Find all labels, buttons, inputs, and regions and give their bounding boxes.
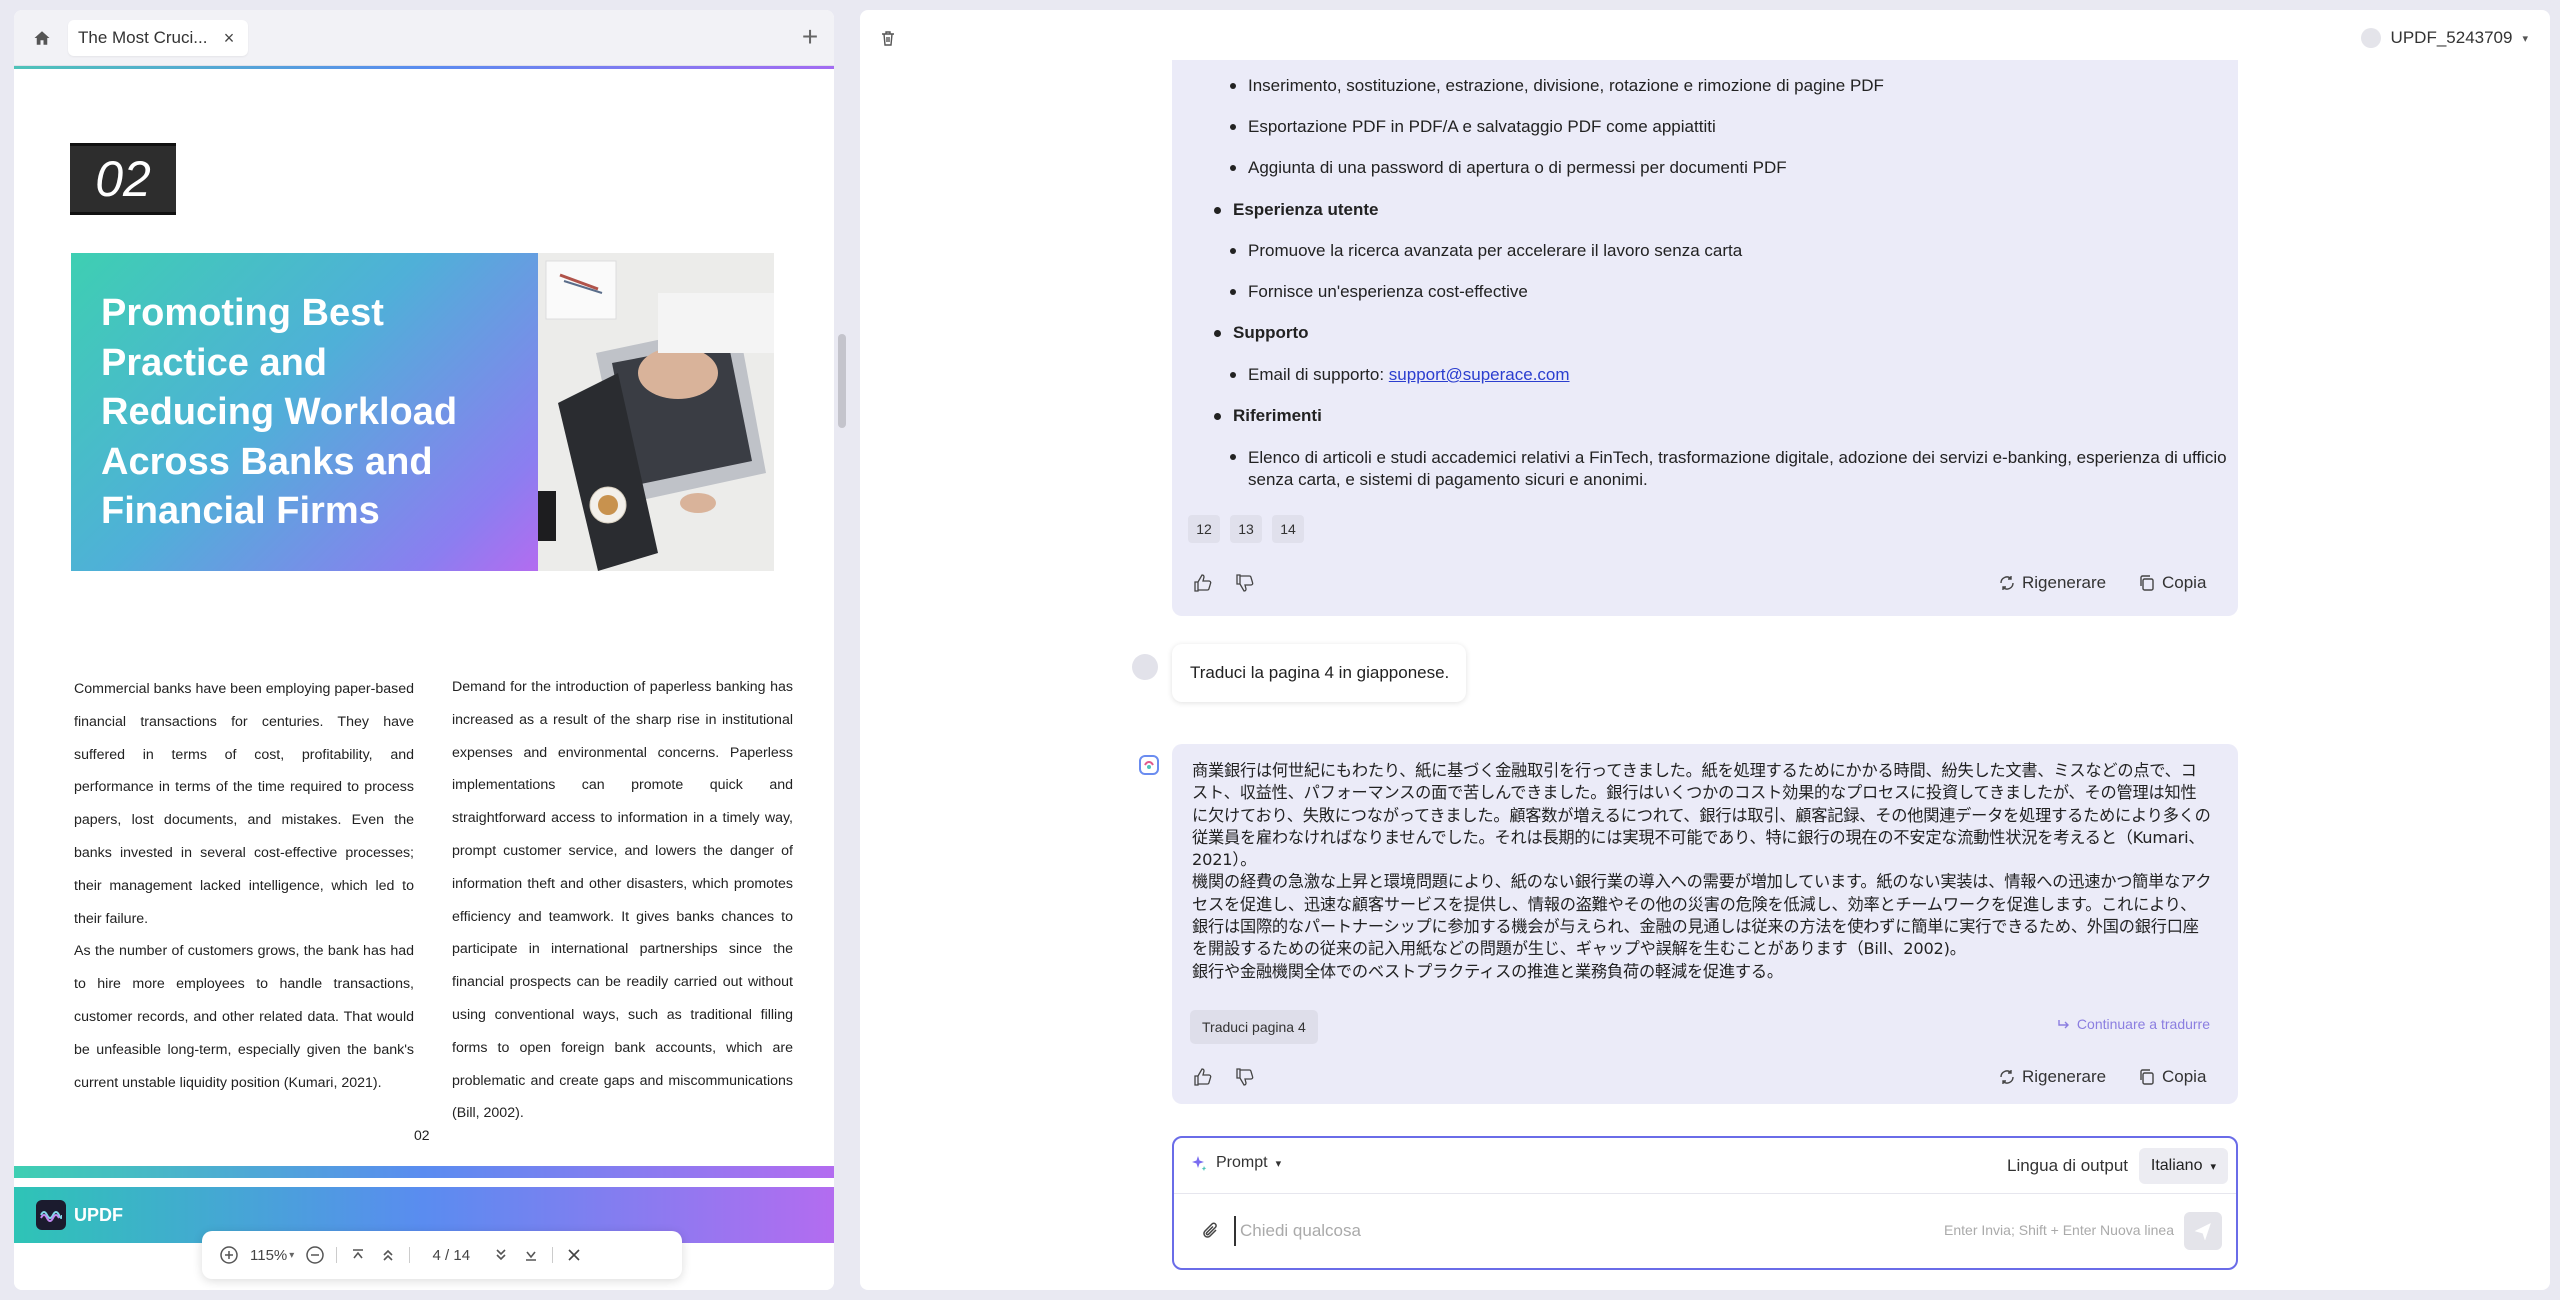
- toolbar-divider: [409, 1247, 411, 1263]
- zoom-out-icon[interactable]: [300, 1240, 330, 1270]
- username: UPDF_5243709: [2390, 28, 2513, 47]
- answer-actions: Rigenerare Copia: [1172, 568, 2238, 600]
- paragraph: 銀行や金融機関全体でのベストプラクティスの推進と業務負荷の軽減を促進する。: [1192, 961, 1783, 981]
- reference-chip[interactable]: 13: [1230, 515, 1262, 543]
- ask-input[interactable]: [1234, 1216, 1914, 1246]
- paragraph: 機関の経費の急激な上昇と環境問題により、紙のない銀行業の導入への需要が増加してい…: [1192, 872, 2212, 959]
- trash-icon[interactable]: [874, 24, 902, 52]
- ai-chat-panel: UPDF_5243709 ▾ Inserimento, sostituzione…: [860, 10, 2550, 1290]
- user-message-bubble: Traduci la pagina 4 in giapponese.: [1172, 644, 1466, 702]
- list-item: Esportazione PDF in PDF/A e salvataggio …: [1230, 117, 1716, 137]
- chevron-down-icon: ▾: [2522, 32, 2528, 45]
- pdf-page-view[interactable]: 02 Promoting Best Practice and Reducing …: [14, 69, 834, 1290]
- copy-button[interactable]: Copia: [2138, 1062, 2206, 1092]
- section-heading: Esperienza utente: [1214, 200, 1379, 220]
- section-heading: Supporto: [1214, 323, 1309, 343]
- toolbar-divider: [336, 1247, 338, 1263]
- pdf-viewer-panel: The Most Cruci... × + 02 Promoting Best …: [14, 10, 834, 1290]
- tab-bar: The Most Cruci... × +: [14, 10, 834, 66]
- list-item: Inserimento, sostituzione, estrazione, d…: [1230, 76, 1884, 96]
- paragraph: Commercial banks have been employing pap…: [74, 681, 414, 927]
- previous-page-icon[interactable]: [373, 1240, 403, 1270]
- page-separator: /: [445, 1246, 450, 1264]
- home-icon[interactable]: [28, 24, 56, 52]
- copy-button[interactable]: Copia: [2138, 568, 2206, 598]
- thumbs-down-icon[interactable]: [1230, 568, 1260, 598]
- zoom-in-icon[interactable]: [214, 1240, 244, 1270]
- next-page-icon[interactable]: [486, 1240, 516, 1270]
- copy-icon: [2140, 575, 2154, 591]
- reference-chip[interactable]: 12: [1188, 515, 1220, 543]
- page-bottom-gradient: [14, 1166, 834, 1178]
- zoom-level[interactable]: 115%: [250, 1247, 287, 1264]
- refresh-icon: [2000, 576, 2014, 590]
- banner-gradient: Promoting Best Practice and Reducing Wor…: [71, 253, 538, 571]
- last-page-icon[interactable]: [516, 1240, 546, 1270]
- chevron-down-icon: ▾: [2210, 1160, 2216, 1173]
- continue-translating-link[interactable]: Continuare a tradurre: [2057, 1016, 2210, 1032]
- list-item: Promuove la ricerca avanzata per acceler…: [1230, 241, 1742, 261]
- thumbs-up-icon[interactable]: [1188, 1062, 1218, 1092]
- total-pages: 14: [453, 1246, 471, 1264]
- current-page[interactable]: 4: [433, 1247, 441, 1264]
- chapter-number-box: 02: [70, 143, 176, 215]
- chevron-down-icon: ▾: [1275, 1157, 1282, 1170]
- list-item: Email di supporto: support@superace.com: [1230, 365, 1570, 385]
- translate-page-chip[interactable]: Traduci pagina 4: [1190, 1010, 1318, 1044]
- avatar: [2360, 28, 2381, 48]
- translation-text: 商業銀行は何世紀にもわたり、紙に基づく金融取引を行ってきました。紙を処理するため…: [1192, 760, 2212, 983]
- text-column-left: Commercial banks have been employing pap…: [74, 673, 414, 1099]
- list-item: Fornisce un'esperienza cost-effective: [1230, 282, 1528, 302]
- sparkle-icon: [1192, 1156, 1207, 1171]
- first-page-icon[interactable]: [343, 1240, 373, 1270]
- keyboard-hint: Enter Invia; Shift + Enter Nuova linea: [1944, 1222, 2174, 1238]
- regenerate-button[interactable]: Rigenerare: [1998, 568, 2106, 598]
- vertical-scrollbar[interactable]: [838, 334, 846, 428]
- page-indicator[interactable]: 4 / 14: [416, 1247, 486, 1264]
- send-icon: [2194, 1223, 2211, 1240]
- output-language-label: Lingua di output: [2007, 1156, 2128, 1175]
- laptop-photo: [538, 253, 774, 571]
- refresh-icon: [2000, 1070, 2014, 1084]
- arrow-icon: [2058, 1020, 2069, 1029]
- output-language-select[interactable]: Italiano ▾: [2138, 1148, 2228, 1184]
- paragraph: Demand for the introduction of paperless…: [452, 679, 793, 1122]
- updf-brand-text: UPDF: [74, 1204, 123, 1225]
- support-email-link[interactable]: support@superace.com: [1389, 365, 1570, 384]
- prompt-options-row: Prompt ▾ Lingua di output Italiano ▾: [1174, 1138, 2236, 1194]
- ai-assistant-icon: [1138, 754, 1160, 776]
- toolbar-divider: [552, 1247, 554, 1263]
- add-tab-button[interactable]: +: [796, 23, 824, 52]
- zoom-dropdown-icon[interactable]: ▾: [289, 1250, 294, 1261]
- close-tab-icon[interactable]: ×: [220, 28, 238, 49]
- document-tab-title: The Most Cruci...: [78, 28, 208, 47]
- answer-actions: Rigenerare Copia: [1172, 1062, 2238, 1094]
- text-column-right: Demand for the introduction of paperless…: [452, 671, 793, 1130]
- user-avatar: [1132, 654, 1158, 680]
- thumbs-up-icon[interactable]: [1188, 568, 1218, 598]
- ai-answer-card: Inserimento, sostituzione, estrazione, d…: [1172, 60, 2238, 616]
- ai-translation-card: 商業銀行は何世紀にもわたり、紙に基づく金融取引を行ってきました。紙を処理するため…: [1172, 744, 2238, 1104]
- chapter-banner: Promoting Best Practice and Reducing Wor…: [71, 253, 774, 571]
- reference-chip[interactable]: 14: [1272, 515, 1304, 543]
- section-heading: Riferimenti: [1214, 406, 1322, 426]
- document-tab[interactable]: The Most Cruci... ×: [68, 20, 248, 56]
- prompt-composer: Prompt ▾ Lingua di output Italiano ▾ Ent…: [1172, 1136, 2238, 1270]
- paragraph: 商業銀行は何世紀にもわたり、紙に基づく金融取引を行ってきました。紙を処理するため…: [1192, 761, 2211, 870]
- page-footer-number: 02: [414, 1127, 430, 1143]
- user-account-menu[interactable]: UPDF_5243709 ▾: [2360, 24, 2528, 52]
- page-navigation-toolbar: 115% ▾ 4 / 14: [202, 1231, 682, 1279]
- copy-icon: [2140, 1069, 2154, 1085]
- paragraph: As the number of customers grows, the ba…: [74, 943, 414, 1091]
- regenerate-button[interactable]: Rigenerare: [1998, 1062, 2106, 1092]
- prompt-dropdown[interactable]: Prompt ▾: [1190, 1154, 1281, 1172]
- close-toolbar-icon[interactable]: [559, 1240, 589, 1270]
- list-item: Elenco di articoli e studi accademici re…: [1230, 447, 2230, 491]
- list-item: Aggiunta di una password di apertura o d…: [1230, 158, 1787, 178]
- thumbs-down-icon[interactable]: [1230, 1062, 1260, 1092]
- send-button[interactable]: [2184, 1212, 2222, 1250]
- banner-title: Promoting Best Practice and Reducing Wor…: [101, 292, 458, 532]
- paperclip-icon[interactable]: [1198, 1218, 1224, 1244]
- updf-logo-icon: [36, 1200, 66, 1230]
